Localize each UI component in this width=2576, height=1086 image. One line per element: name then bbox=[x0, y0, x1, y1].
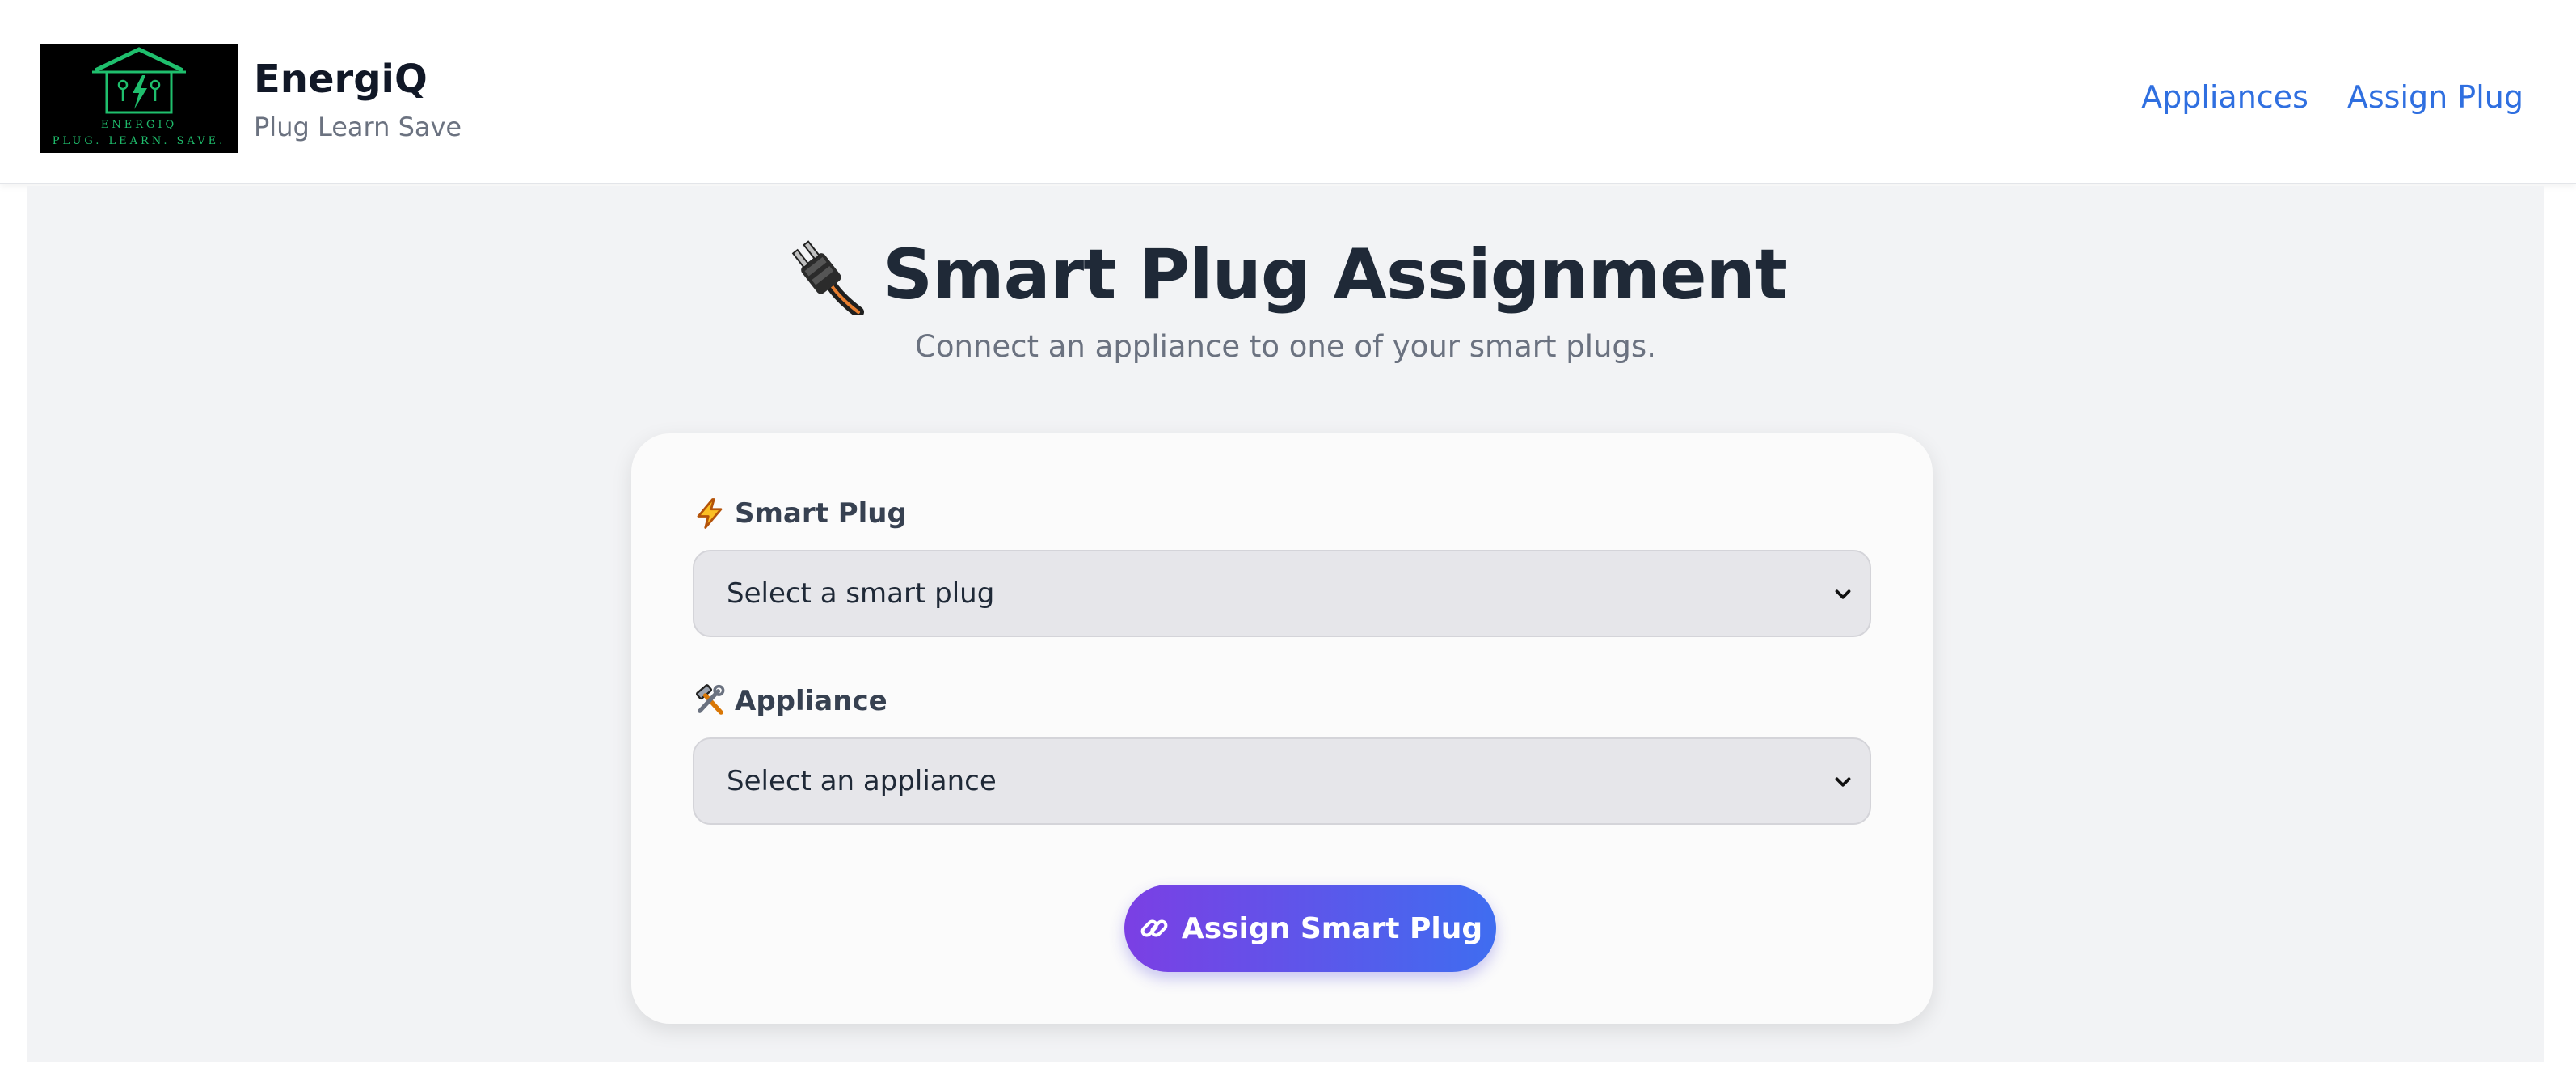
appliance-select[interactable]: Select an appliance bbox=[693, 737, 1871, 825]
logo-wordmark: ENERGIQ bbox=[100, 119, 178, 131]
appliance-select-value: Select an appliance bbox=[727, 765, 997, 797]
page: ENERGIQ PLUG. LEARN. SAVE. EnergiQ Plug … bbox=[0, 0, 2576, 1086]
lightning-icon bbox=[697, 498, 723, 529]
brand-logo[interactable]: ENERGIQ PLUG. LEARN. SAVE. bbox=[40, 44, 238, 153]
smart-plug-select[interactable]: Select a smart plug bbox=[693, 550, 1871, 637]
appliance-label: Appliance bbox=[693, 684, 887, 718]
link-icon bbox=[1140, 919, 1168, 937]
top-header: ENERGIQ PLUG. LEARN. SAVE. EnergiQ Plug … bbox=[0, 0, 2576, 184]
assign-button-label: Assign Smart Plug bbox=[1181, 911, 1483, 945]
brand-name[interactable]: EnergiQ bbox=[254, 57, 428, 102]
smart-plug-select-value: Select a smart plug bbox=[727, 577, 995, 610]
assignment-form-card: Smart Plug Select a smart plug Appliance… bbox=[631, 433, 1933, 1024]
page-title-row: Smart Plug Assignment bbox=[27, 235, 2544, 315]
page-title: Smart Plug Assignment bbox=[883, 235, 1788, 315]
plug-icon bbox=[791, 240, 865, 315]
tools-icon bbox=[695, 684, 725, 715]
assign-smart-plug-button[interactable]: Assign Smart Plug bbox=[1124, 885, 1496, 972]
chevron-down-icon bbox=[1835, 589, 1851, 599]
chevron-down-icon bbox=[1835, 777, 1851, 787]
page-subtitle: Connect an appliance to one of your smar… bbox=[915, 329, 1656, 364]
appliance-label-text: Appliance bbox=[735, 685, 887, 717]
main-content: Smart Plug Assignment Connect an applian… bbox=[27, 186, 2544, 1062]
nav-link-appliances[interactable]: Appliances bbox=[2141, 79, 2308, 115]
logo-tagline: PLUG. LEARN. SAVE. bbox=[52, 135, 226, 147]
smart-plug-label: Smart Plug bbox=[693, 497, 907, 530]
smart-plug-label-text: Smart Plug bbox=[735, 497, 907, 530]
nav-link-assign-plug[interactable]: Assign Plug bbox=[2347, 79, 2523, 115]
main-nav: Appliances Assign Plug bbox=[2141, 79, 2523, 115]
brand-tagline: Plug Learn Save bbox=[254, 112, 462, 142]
